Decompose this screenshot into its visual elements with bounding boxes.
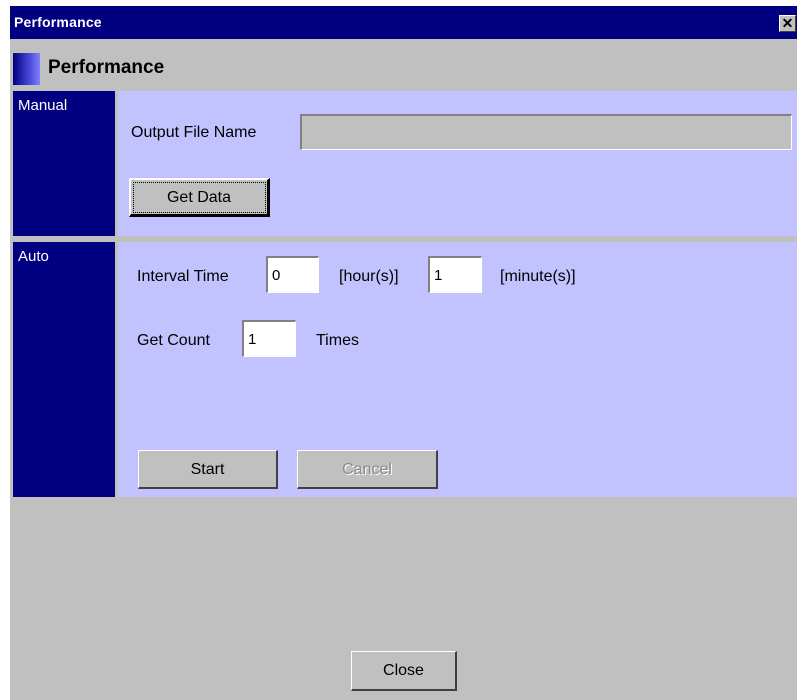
minutes-unit-label: [minute(s)] [500,268,576,285]
interval-minutes-input[interactable] [428,256,482,293]
page-header: Performance [10,39,797,85]
times-unit-label: Times [316,332,359,349]
page-title: Performance [48,57,165,78]
window-title: Performance [14,14,102,30]
start-button[interactable]: Start [138,450,278,489]
output-file-name-label: Output File Name [131,124,257,141]
get-count-input[interactable] [242,320,296,357]
interval-time-label: Interval Time [137,268,229,285]
get-data-button[interactable]: Get Data [129,178,270,217]
cancel-button[interactable]: Cancel [297,450,438,489]
close-button[interactable]: Close [351,651,457,691]
manual-section-label: Manual [13,91,115,236]
performance-window: Performance ✕ Performance Manual Output … [10,6,797,700]
interval-hours-input[interactable] [266,256,319,293]
output-file-name-field[interactable] [300,114,792,150]
header-accent-bar [13,53,40,85]
title-bar[interactable]: Performance ✕ [10,6,797,39]
manual-panel: Output File Name Get Data [118,91,797,236]
hours-unit-label: [hour(s)] [339,268,399,285]
auto-panel: Interval Time [hour(s)] [minute(s)] Get … [118,242,797,497]
close-icon[interactable]: ✕ [779,15,796,32]
auto-section-label: Auto [13,242,115,497]
get-count-label: Get Count [137,332,210,349]
